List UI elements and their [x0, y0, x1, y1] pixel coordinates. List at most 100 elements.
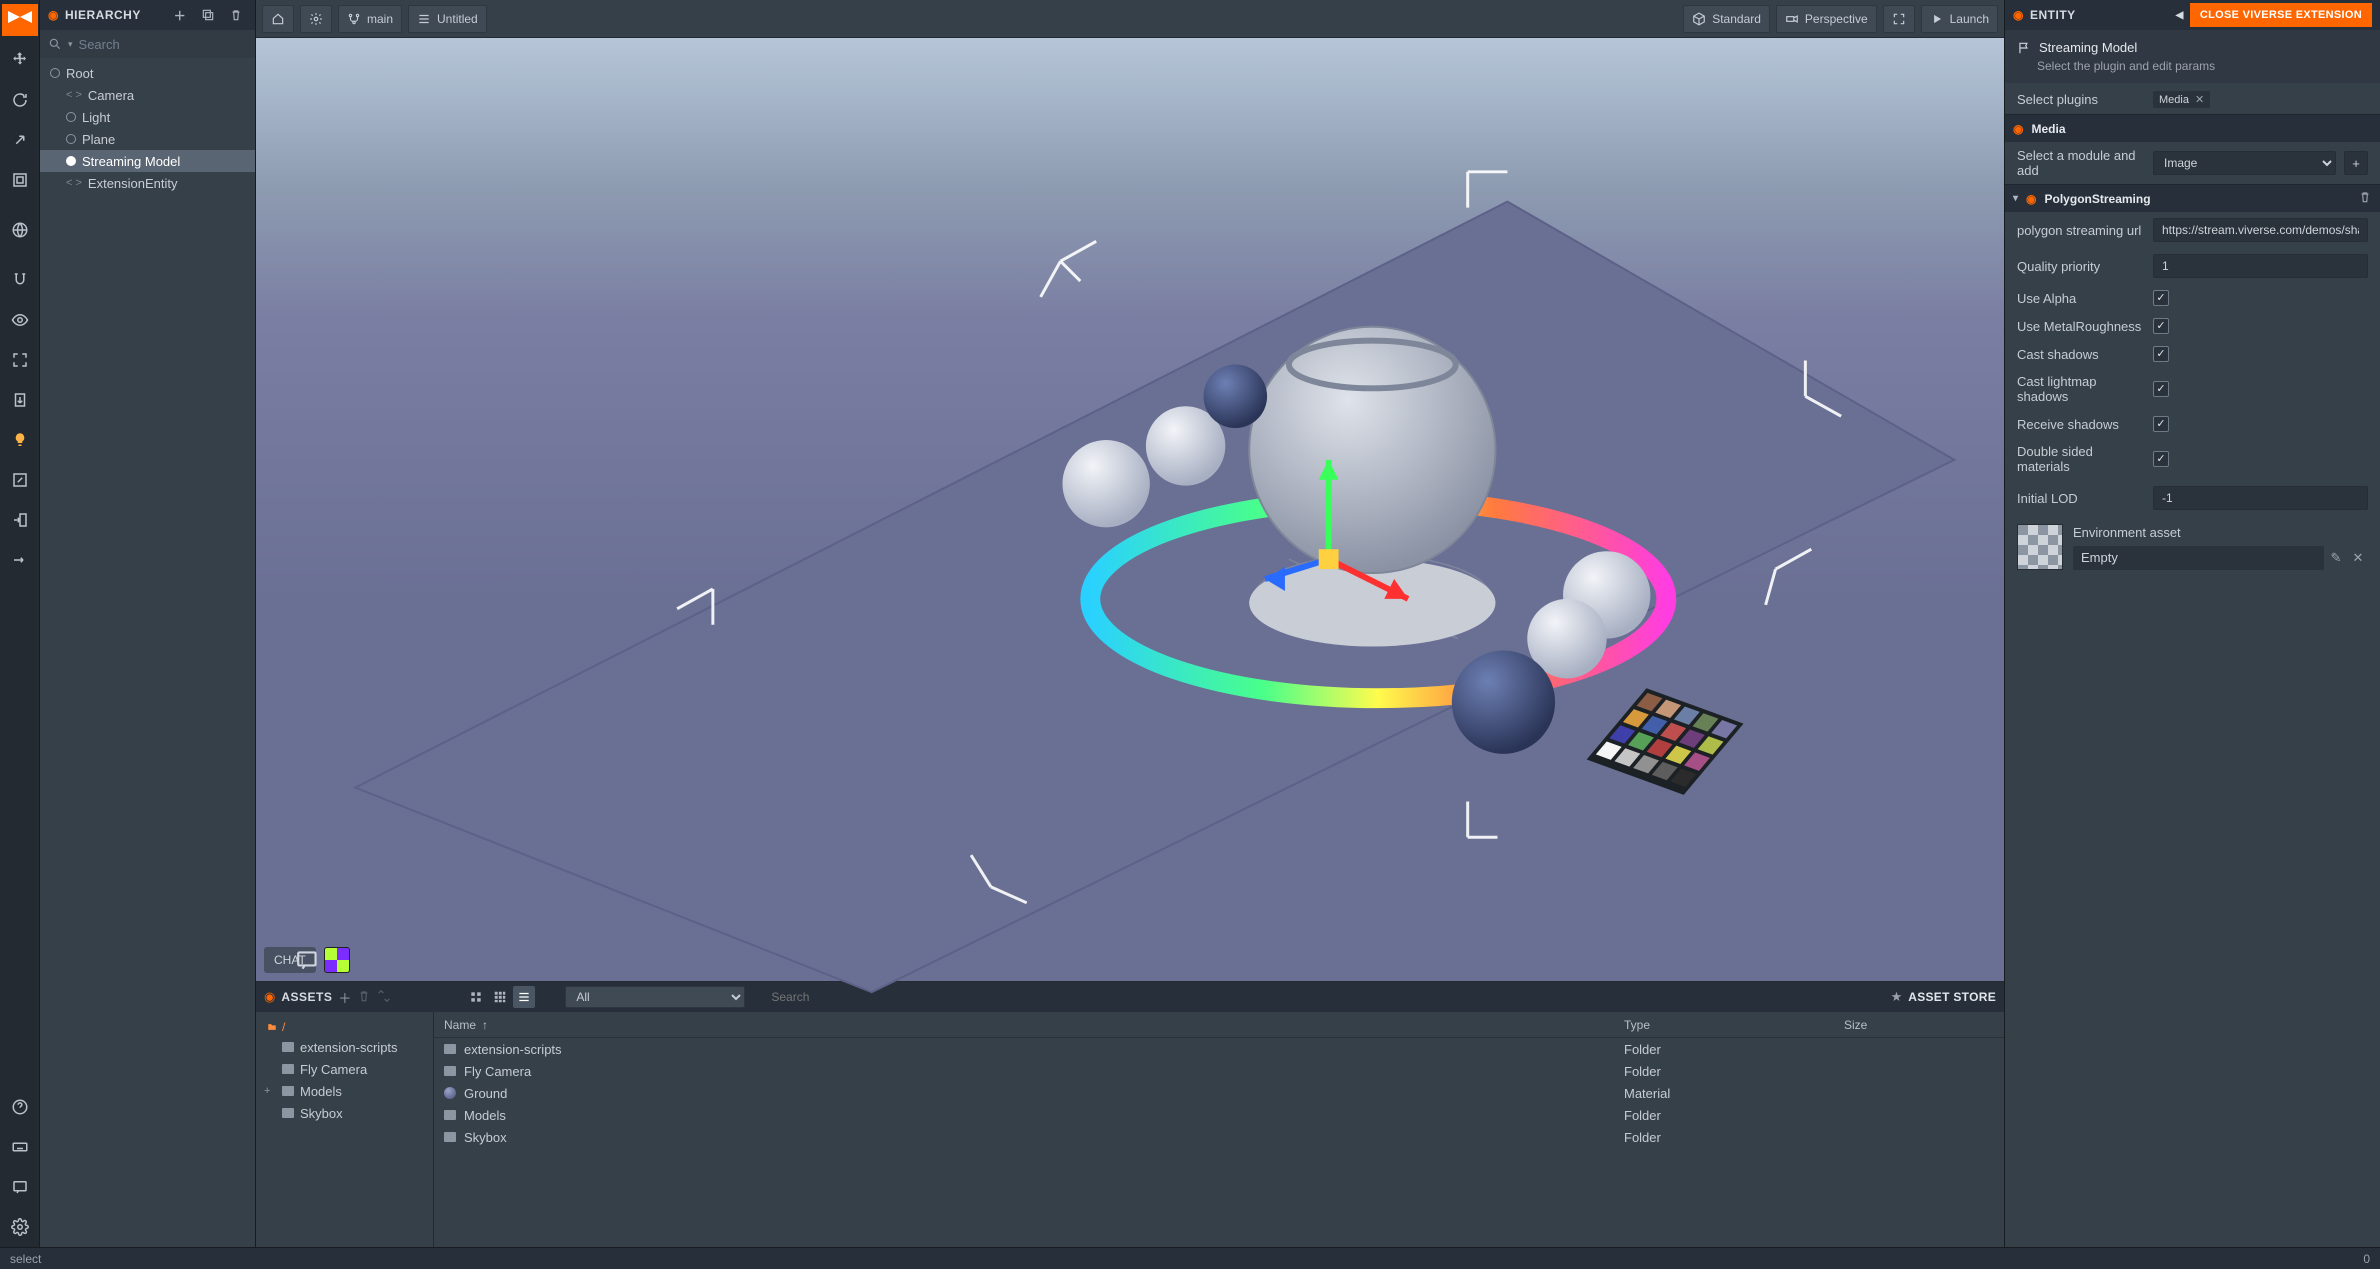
hierarchy-search-input[interactable] [79, 37, 255, 52]
delete-asset-icon[interactable] [357, 989, 371, 1006]
use-alpha-checkbox[interactable] [2153, 290, 2169, 306]
hierarchy-item-camera[interactable]: < >Camera [40, 84, 255, 106]
asset-name: Fly Camera [464, 1064, 531, 1079]
chat-button[interactable]: CHAT [264, 947, 316, 973]
assets-cols-header: Name ↑ Type Size [434, 1012, 2004, 1038]
polygon-streaming-header[interactable]: ▾ ◉ PolygonStreaming [2005, 184, 2380, 212]
sort-asc-icon[interactable]: ↑ [482, 1018, 488, 1032]
double-sided-checkbox[interactable] [2153, 451, 2169, 467]
initial-lod-input[interactable] [2153, 486, 2368, 510]
media-component-header[interactable]: ◉ Media [2005, 114, 2380, 142]
env-thumbnail[interactable] [2017, 524, 2063, 570]
scale-tool-icon[interactable] [0, 120, 40, 160]
asset-row[interactable]: extension-scriptsFolder [434, 1038, 2004, 1060]
move-tool-icon[interactable] [0, 40, 40, 80]
hierarchy-item-light[interactable]: Light [40, 106, 255, 128]
branch-button[interactable]: main [338, 5, 402, 33]
hierarchy-title: HIERARCHY [65, 8, 141, 22]
col-size[interactable]: Size [1844, 1018, 2004, 1032]
refresh-asset-icon[interactable] [377, 989, 391, 1006]
help-icon[interactable] [0, 1087, 40, 1127]
chat-bar: CHAT [264, 947, 350, 973]
hierarchy-item-root[interactable]: Root [40, 62, 255, 84]
asset-row[interactable]: GroundMaterial [434, 1082, 2004, 1104]
plugin-tag-media[interactable]: Media ✕ [2153, 91, 2210, 108]
asset-row[interactable]: Fly CameraFolder [434, 1060, 2004, 1082]
world-tool-icon[interactable] [0, 210, 40, 250]
delete-component-icon[interactable] [2358, 190, 2372, 207]
shade-button[interactable]: Standard [1683, 5, 1770, 33]
cube-icon [1692, 12, 1706, 26]
close-extension-button[interactable]: CLOSE VIVERSE EXTENSION [2190, 3, 2372, 27]
login-tool-icon[interactable] [0, 500, 40, 540]
bullet-icon: ◉ [2013, 122, 2023, 136]
resize-tool-icon[interactable] [0, 160, 40, 200]
entity-sub: Select the plugin and edit params [2005, 59, 2380, 83]
module-add-button[interactable]: + [2344, 151, 2368, 175]
asset-search-input[interactable] [771, 990, 991, 1004]
assets-breadcrumb[interactable]: / [256, 1018, 433, 1036]
quality-input[interactable] [2153, 254, 2368, 278]
double-sided-label: Double sided materials [2017, 444, 2145, 474]
use-metal-checkbox[interactable] [2153, 318, 2169, 334]
cast-lightmap-checkbox[interactable] [2153, 381, 2169, 397]
fullscreen-button[interactable] [1883, 5, 1915, 33]
continue-tool-icon[interactable] [0, 540, 40, 580]
expand-icon[interactable]: + [264, 1085, 270, 1097]
delete-entity-icon[interactable] [225, 4, 247, 26]
env-clear-icon[interactable]: ✕ [2348, 546, 2368, 570]
tree-label: Plane [82, 132, 115, 147]
cast-shadows-label: Cast shadows [2017, 347, 2145, 362]
col-name[interactable]: Name [444, 1018, 476, 1032]
snap-tool-icon[interactable] [0, 260, 40, 300]
asset-row[interactable]: ModelsFolder [434, 1104, 2004, 1126]
edit-tool-icon[interactable] [0, 460, 40, 500]
light-tool-icon[interactable] [0, 420, 40, 460]
add-entity-icon[interactable]: ＋ [169, 4, 191, 26]
asset-filter-select[interactable]: All [565, 986, 745, 1008]
asset-row[interactable]: SkyboxFolder [434, 1126, 2004, 1148]
hierarchy-item-plane[interactable]: Plane [40, 128, 255, 150]
add-asset-icon[interactable]: ＋ [338, 988, 351, 1007]
focus-tool-icon[interactable] [0, 340, 40, 380]
hierarchy-item-extension-entity[interactable]: < >ExtensionEntity [40, 172, 255, 194]
view-small-grid-icon[interactable] [465, 986, 487, 1008]
copy-entity-icon[interactable] [197, 4, 219, 26]
home-button[interactable] [262, 5, 294, 33]
env-value[interactable]: Empty [2073, 546, 2324, 570]
perspective-button[interactable]: Perspective [1776, 5, 1877, 33]
poly-url-input[interactable] [2153, 218, 2368, 242]
folder-models[interactable]: +Models [256, 1080, 433, 1102]
col-type[interactable]: Type [1624, 1018, 1844, 1032]
viewport-3d[interactable]: CHAT [256, 38, 2004, 981]
assets-panel: ◉ ASSETS ＋ All ★ ASSET STORE [256, 981, 2004, 1247]
search-dropdown-icon[interactable]: ▾ [68, 39, 73, 50]
receive-shadows-checkbox[interactable] [2153, 416, 2169, 432]
scene-button[interactable]: Untitled [408, 5, 487, 33]
view-large-grid-icon[interactable] [489, 986, 511, 1008]
export-tool-icon[interactable] [0, 380, 40, 420]
launch-button[interactable]: Launch [1921, 5, 1998, 33]
settings-icon[interactable] [0, 1207, 40, 1247]
entity-title: ENTITY [2030, 8, 2076, 22]
folder-extension-scripts[interactable]: extension-scripts [256, 1036, 433, 1058]
chevron-down-icon: ▾ [2013, 193, 2018, 204]
hierarchy-item-streaming-model[interactable]: Streaming Model [40, 150, 255, 172]
folder-skybox[interactable]: Skybox [256, 1102, 433, 1124]
collapse-icon[interactable]: ◀ [2176, 10, 2184, 21]
app-logo [2, 4, 38, 36]
chat-icon[interactable] [0, 1167, 40, 1207]
view-list-icon[interactable] [513, 986, 535, 1008]
env-edit-icon[interactable]: ✎ [2326, 546, 2346, 570]
module-select[interactable]: Image [2153, 151, 2336, 175]
asset-store-link[interactable]: ASSET STORE [1908, 990, 1996, 1004]
asset-type: Folder [1624, 1108, 1844, 1123]
settings-button[interactable] [300, 5, 332, 33]
cast-shadows-checkbox[interactable] [2153, 346, 2169, 362]
visibility-tool-icon[interactable] [0, 300, 40, 340]
keyboard-icon[interactable] [0, 1127, 40, 1167]
tag-remove-icon[interactable]: ✕ [2195, 93, 2204, 106]
tree-label: Root [66, 66, 93, 81]
rotate-tool-icon[interactable] [0, 80, 40, 120]
folder-fly-camera[interactable]: Fly Camera [256, 1058, 433, 1080]
